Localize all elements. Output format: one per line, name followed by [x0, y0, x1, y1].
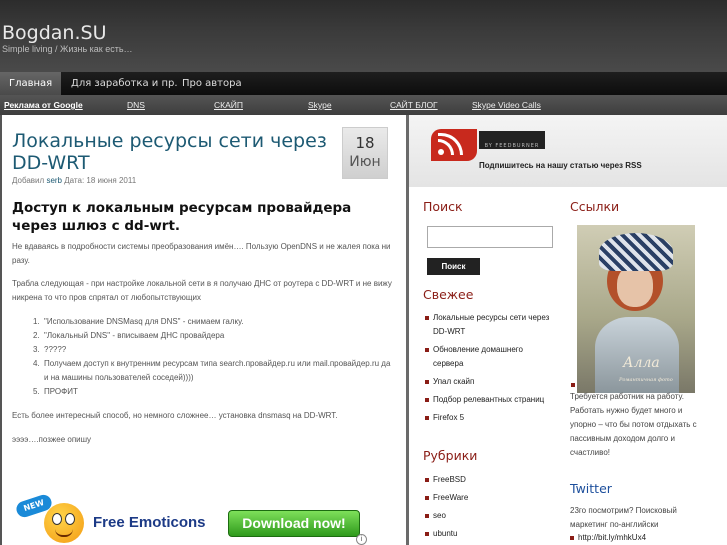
recent-post-link[interactable]: Локальные ресурсы сети через DD-WRT: [425, 311, 555, 339]
tweet-link[interactable]: http://bit.ly/mhkUx4: [570, 531, 700, 545]
list-item: 5. ПРОФИТ: [33, 387, 78, 396]
ad-title: Free Emoticons: [93, 514, 206, 531]
main-nav: Главная Для заработка и пр. Про автора: [0, 72, 727, 95]
date-badge: 18 Июн: [342, 127, 388, 179]
recent-posts-list: Локальные ресурсы сети через DD-WRT Обно…: [425, 311, 555, 425]
list-item: 3.?????: [33, 345, 67, 354]
search-input[interactable]: [427, 226, 553, 248]
category-link[interactable]: ubuntu: [425, 527, 555, 541]
rss-icon[interactable]: [431, 129, 477, 161]
nav-item-about[interactable]: Про автора: [173, 72, 251, 95]
search-button[interactable]: Поиск: [427, 258, 480, 275]
post-date: Дата: 18 июня 2011: [64, 176, 137, 185]
date-month: Июн: [349, 154, 381, 170]
photo-signature: Алла: [623, 355, 660, 371]
category-link[interactable]: FreeWare: [425, 491, 555, 505]
emoticons-ad-banner[interactable]: NEW Free Emoticons Download now! i: [14, 492, 370, 545]
post-steps-list: 1. "Использование DNSMasq для DNS" - сним…: [12, 315, 392, 399]
sponsor-photo[interactable]: Алла Романтичная фото: [577, 225, 695, 393]
recent-post-link[interactable]: Подбор релевантных страниц: [425, 393, 555, 407]
recent-post-link[interactable]: Firefox 5: [425, 411, 555, 425]
site-description: Simple living / Жизнь как есть…: [2, 44, 133, 54]
post-paragraph: Не вдаваясь в подробности системы преобр…: [12, 242, 391, 265]
recent-widget-title: Свежее: [423, 287, 474, 302]
ad-links-bar: Реклама от Google DNS СКАЙП Skype САЙТ Б…: [0, 95, 727, 115]
links-widget-title: Ссылки: [570, 199, 620, 214]
categories-widget-title: Рубрики: [423, 448, 478, 463]
nav-item-home[interactable]: Главная: [0, 72, 62, 95]
links-text: Требуется работник на работу. Работать н…: [570, 392, 697, 457]
ads-by-google-link[interactable]: Реклама от Google: [4, 95, 83, 115]
category-link[interactable]: seo: [425, 509, 555, 523]
search-widget-title: Поиск: [423, 199, 463, 214]
recent-post-link[interactable]: Обновление домашнего сервера: [425, 343, 555, 371]
ad-link-skype[interactable]: Skype: [308, 95, 332, 115]
ad-link-dns[interactable]: DNS: [127, 95, 145, 115]
ad-link-skype-ru[interactable]: СКАЙП: [214, 95, 243, 115]
post-content: Локальные ресурсы сети через DD-WRT Доба…: [2, 115, 406, 545]
emoticon-face-icon: [44, 503, 84, 543]
post-paragraph: Трабла следующая - при настройке локальн…: [12, 279, 392, 302]
list-item: 4. Получаем доступ к внутренним ресурсам …: [33, 359, 391, 382]
tweet-text: 23го посмотрим? Поисковый маркетинг по-а…: [570, 506, 677, 529]
rss-subscribe-link[interactable]: Подпишитесь на нашу статью через RSS: [479, 161, 642, 170]
list-item: 2. "Локальный DNS" - вписываем ДНС провай…: [33, 331, 225, 340]
site-header: Bogdan.SU Simple living / Жизнь как есть…: [0, 0, 727, 72]
nav-item-earnings[interactable]: Для заработка и пр.: [62, 72, 187, 95]
ad-link-site-blog[interactable]: САЙТ БЛОГ: [390, 95, 438, 115]
feedburner-badge[interactable]: BY FEEDBURNER: [479, 131, 545, 149]
twitter-widget-title[interactable]: Twitter: [570, 481, 612, 496]
post-author-link[interactable]: serb: [46, 176, 62, 185]
photo-caption: Романтичная фото: [619, 377, 673, 383]
date-day: 18: [355, 134, 375, 152]
list-item: 1. "Использование DNSMasq для DNS" - сним…: [33, 317, 244, 326]
post-heading: Доступ к локальным ресурсам провайдера ч…: [12, 200, 352, 234]
meta-prefix: Добавил: [12, 176, 45, 185]
tweet-list: http://bit.ly/mhkUx4: [570, 531, 700, 545]
download-now-button[interactable]: Download now!: [228, 510, 360, 537]
sidebar: BY FEEDBURNER Подпишитесь на нашу статью…: [409, 115, 727, 545]
post-paragraph: Есть более интересный способ, но немного…: [12, 411, 338, 420]
rss-subscribe-box: BY FEEDBURNER Подпишитесь на нашу статью…: [409, 115, 727, 187]
ad-info-icon[interactable]: i: [356, 534, 367, 545]
post-title[interactable]: Локальные ресурсы сети через DD-WRT: [12, 130, 337, 174]
categories-list: FreeBSD FreeWare seo ubuntu: [425, 473, 555, 541]
category-link[interactable]: FreeBSD: [425, 473, 555, 487]
recent-post-link[interactable]: Упал скайп: [425, 375, 555, 389]
ad-link-skype-video[interactable]: Skype Video Calls: [472, 95, 541, 115]
post-paragraph: ээээ….позжее опишу: [12, 435, 92, 444]
bullet-icon: [571, 383, 575, 387]
site-title[interactable]: Bogdan.SU: [2, 22, 106, 44]
post-meta: Добавил serb Дата: 18 июня 2011: [12, 176, 136, 185]
